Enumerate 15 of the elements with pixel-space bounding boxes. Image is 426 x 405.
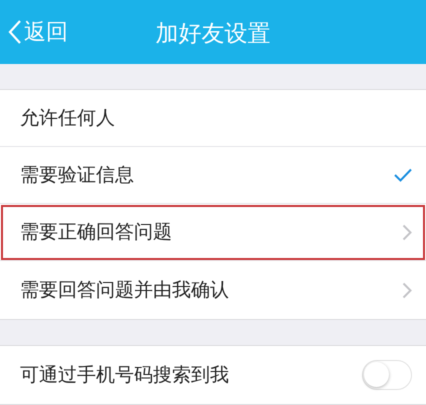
- chevron-right-icon: [402, 282, 412, 298]
- row-label: 需要正确回答问题: [20, 220, 173, 245]
- settings-row[interactable]: 需要正确回答问题: [0, 204, 426, 261]
- row-label: 需要回答问题并由我确认: [20, 278, 230, 303]
- row-label: 需要验证信息: [20, 163, 135, 188]
- settings-row[interactable]: 需要验证信息: [0, 147, 426, 204]
- chevron-right-icon: [402, 224, 412, 240]
- row-label: 允许任何人: [20, 106, 116, 131]
- settings-row[interactable]: 可通过手机号码搜索到我: [0, 346, 426, 404]
- toggle-switch[interactable]: [362, 360, 412, 390]
- settings-row[interactable]: 需要回答问题并由我确认: [0, 261, 426, 319]
- settings-row[interactable]: 允许任何人: [0, 90, 426, 147]
- row-label: 可通过手机号码搜索到我: [20, 363, 230, 388]
- back-chevron-icon: [8, 19, 22, 45]
- page-title: 加好友设置: [156, 20, 270, 49]
